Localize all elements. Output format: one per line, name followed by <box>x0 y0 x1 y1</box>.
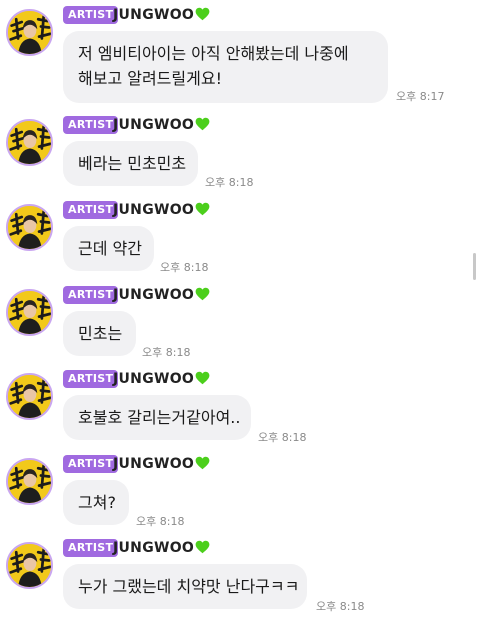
message-bubble[interactable]: 저 엠비티아이는 아직 안해봤는데 나중에 해보고 알려드릴게요! <box>63 31 388 103</box>
message-item: ARTIST JUNGWOO 누가 그랬는데 치약맛 난다구ㅋㅋ 오후 8:18 <box>0 537 480 621</box>
green-heart-icon <box>195 371 210 385</box>
timestamp: 오후 8:18 <box>205 176 254 189</box>
green-heart-icon <box>195 7 210 21</box>
message-text: 호불호 갈리는거같아여.. <box>78 408 241 427</box>
timestamp: 오후 8:18 <box>160 261 209 274</box>
avatar[interactable] <box>6 9 53 56</box>
green-heart-icon <box>195 456 210 470</box>
message-bubble[interactable]: 그쳐? <box>63 480 129 525</box>
timestamp: 오후 8:18 <box>142 346 191 359</box>
artist-badge: ARTIST <box>63 539 119 557</box>
author-name[interactable]: JUNGWOO <box>113 200 210 220</box>
timestamp: 오후 8:17 <box>396 90 445 103</box>
avatar[interactable] <box>6 119 53 166</box>
artist-badge: ARTIST <box>63 201 119 219</box>
artist-badge: ARTIST <box>63 116 119 134</box>
message-bubble[interactable]: 베라는 민초민초 <box>63 141 198 186</box>
author-name[interactable]: JUNGWOO <box>113 5 210 25</box>
message-text: 해보고 알려드릴게요! <box>78 69 222 88</box>
avatar[interactable] <box>6 289 53 336</box>
message-bubble[interactable]: 근데 약간 <box>63 226 154 271</box>
message-bubble[interactable]: 누가 그랬는데 치약맛 난다구ㅋㅋ <box>63 564 307 609</box>
message-item: ARTIST JUNGWOO 그쳐? 오후 8:18 <box>0 453 480 537</box>
author-name[interactable]: JUNGWOO <box>113 369 210 389</box>
green-heart-icon <box>195 202 210 216</box>
message-text: 누가 그랬는데 치약맛 난다구ㅋㅋ <box>78 577 300 596</box>
message-bubble[interactable]: 호불호 갈리는거같아여.. <box>63 395 251 440</box>
avatar[interactable] <box>6 542 53 589</box>
artist-badge: ARTIST <box>63 455 119 473</box>
author-name[interactable]: JUNGWOO <box>113 115 210 135</box>
green-heart-icon <box>195 287 210 301</box>
message-text: 민초는 <box>78 324 123 343</box>
artist-badge: ARTIST <box>63 286 119 304</box>
message-item: ARTIST JUNGWOO 근데 약간 오후 8:18 <box>0 199 480 283</box>
author-name[interactable]: JUNGWOO <box>113 454 210 474</box>
message-text: 저 엠비티아이는 아직 안해봤는데 나중에 <box>78 44 349 63</box>
message-text: 그쳐? <box>78 493 116 512</box>
timestamp: 오후 8:18 <box>258 431 307 444</box>
message-text: 근데 약간 <box>78 239 142 258</box>
artist-badge: ARTIST <box>63 370 119 388</box>
avatar[interactable] <box>6 204 53 251</box>
avatar[interactable] <box>6 373 53 420</box>
avatar[interactable] <box>6 458 53 505</box>
message-item: ARTIST JUNGWOO 저 엠비티아이는 아직 안해봤는데 나중에 해보고… <box>0 4 480 108</box>
message-item: ARTIST JUNGWOO 호불호 갈리는거같아여.. 오후 8:18 <box>0 368 480 452</box>
green-heart-icon <box>195 540 210 554</box>
author-name[interactable]: JUNGWOO <box>113 285 210 305</box>
scrollbar-thumb[interactable] <box>473 253 476 280</box>
timestamp: 오후 8:18 <box>316 600 365 613</box>
message-item: ARTIST JUNGWOO 민초는 오후 8:18 <box>0 284 480 368</box>
message-bubble[interactable]: 민초는 <box>63 311 136 356</box>
author-name[interactable]: JUNGWOO <box>113 538 210 558</box>
message-item: ARTIST JUNGWOO 베라는 민초민초 오후 8:18 <box>0 114 480 198</box>
message-text: 베라는 민초민초 <box>78 154 187 173</box>
green-heart-icon <box>195 117 210 131</box>
artist-badge: ARTIST <box>63 6 119 24</box>
timestamp: 오후 8:18 <box>136 515 185 528</box>
